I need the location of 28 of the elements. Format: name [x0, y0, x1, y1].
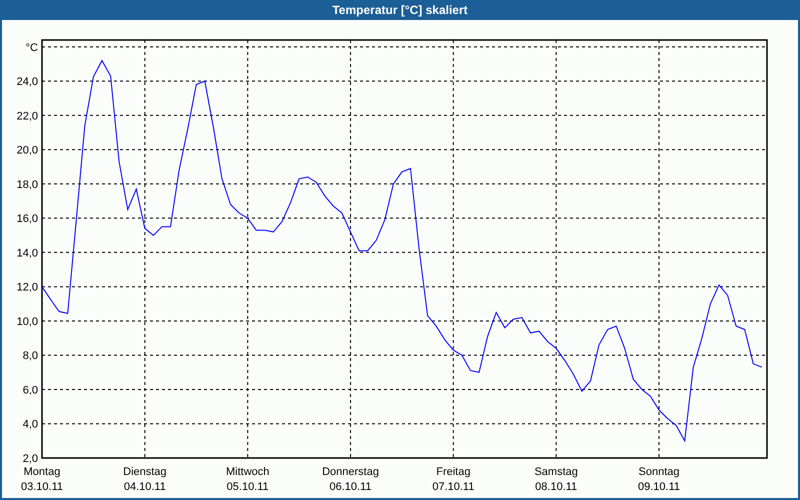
- y-axis-label: °C: [26, 42, 38, 54]
- y-axis-label: 4,0: [22, 418, 38, 431]
- y-axis-label: 10,0: [16, 316, 38, 328]
- y-axis-label: 14,0: [16, 247, 38, 260]
- x-axis-label: Donnerstag: [322, 466, 379, 478]
- date-label: 05.10.11: [226, 481, 269, 493]
- y-axis-label: 6,0: [22, 384, 38, 396]
- date-label: 03.10.11: [21, 481, 63, 493]
- y-axis-label: 12,0: [16, 282, 38, 294]
- date-label: 04.10.11: [124, 481, 166, 493]
- y-axis-label: 8,0: [22, 350, 38, 362]
- y-axis-label: 20,0: [16, 144, 38, 157]
- y-axis-label: 2,0: [22, 453, 38, 465]
- date-label: 07.10.11: [432, 481, 474, 493]
- y-axis-label: 24,0: [16, 76, 38, 88]
- x-axis-label: Dienstag: [123, 466, 167, 478]
- x-axis-label: Mittwoch: [226, 466, 270, 478]
- x-axis-label: Freitag: [436, 466, 470, 478]
- x-axis-label: Samstag: [534, 466, 578, 478]
- date-label: 09.10.11: [638, 481, 680, 493]
- y-axis-label: 16,0: [16, 213, 38, 226]
- x-axis-label: Sonntag: [638, 466, 680, 478]
- y-axis-label: 22,0: [16, 110, 38, 122]
- date-label: 06.10.11: [330, 481, 372, 493]
- y-axis-label: 18,0: [16, 178, 38, 191]
- window-title: Temperatur [°C] skaliert: [331, 2, 469, 19]
- date-label: 08.10.11: [535, 481, 578, 493]
- x-axis-label: Montag: [24, 466, 60, 478]
